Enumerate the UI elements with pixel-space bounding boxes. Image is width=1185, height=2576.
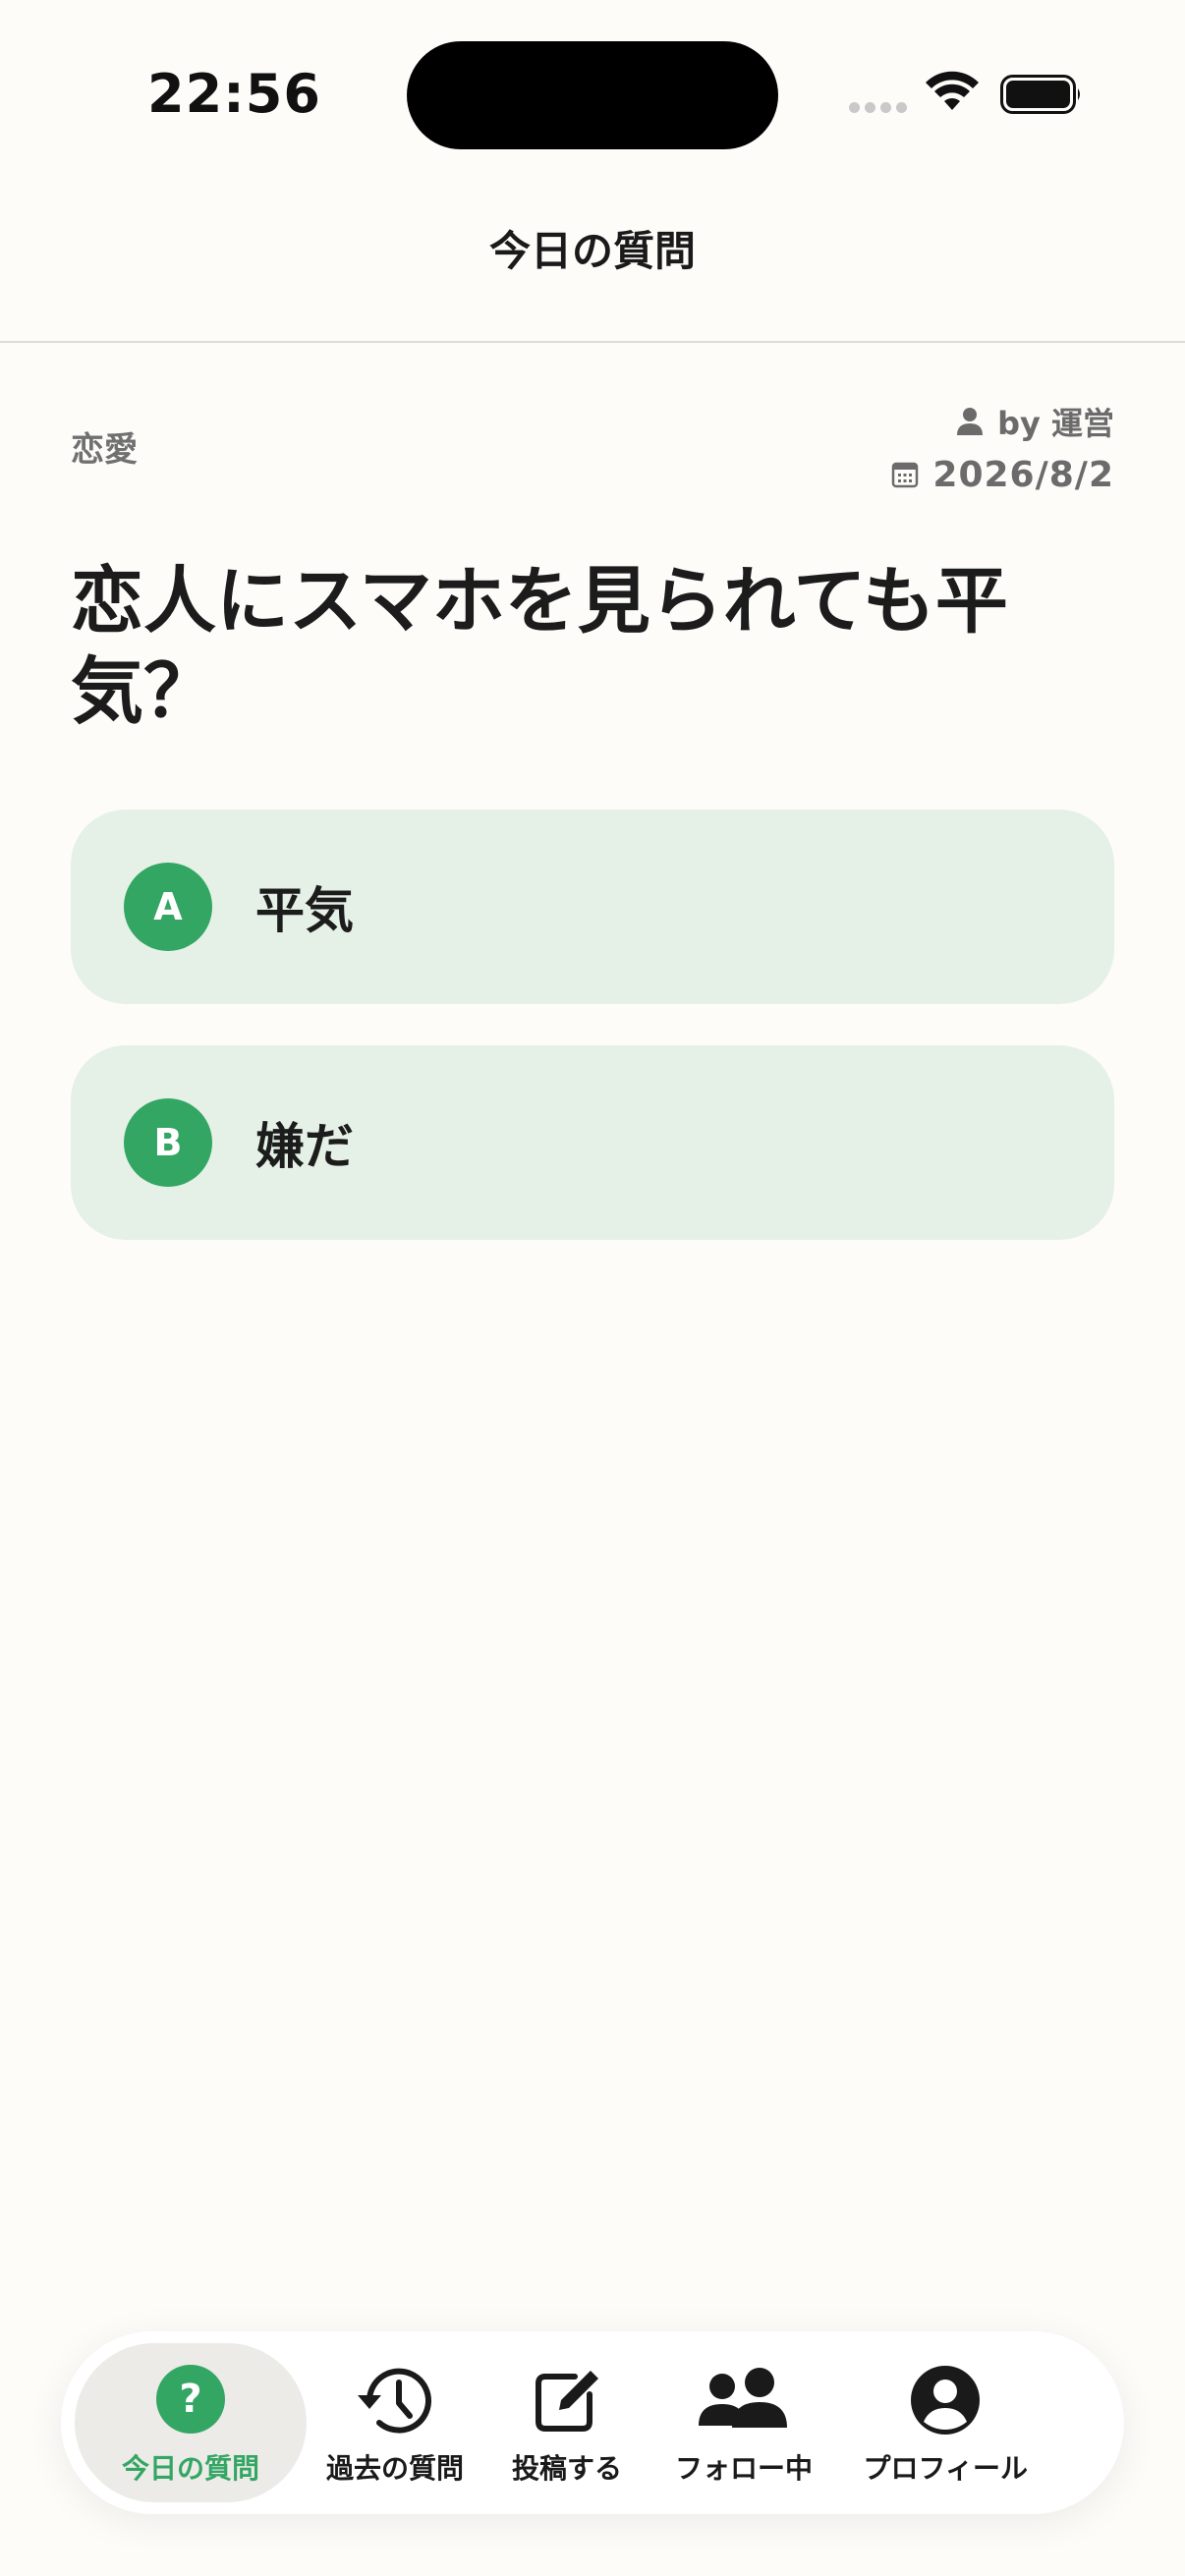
author-name: by 運営 xyxy=(997,405,1114,442)
battery-icon xyxy=(1000,75,1080,114)
status-time: 22:56 xyxy=(147,63,321,125)
tab-history[interactable]: 過去の質問 xyxy=(307,2331,483,2514)
wifi-icon xyxy=(926,71,979,110)
option-b-badge: B xyxy=(124,1098,212,1187)
calendar-icon xyxy=(892,462,919,488)
category-label: 恋愛 xyxy=(71,430,138,470)
question-circle-icon: ? xyxy=(156,2365,225,2434)
option-a-badge: A xyxy=(124,863,212,951)
option-b-label: 嫌だ xyxy=(255,1118,354,1175)
tab-profile-label: プロフィール xyxy=(863,2452,1028,2485)
history-icon xyxy=(358,2368,431,2434)
question-meta: by 運営 2026/8/2 xyxy=(891,399,1114,499)
compose-icon xyxy=(536,2371,598,2432)
tab-profile[interactable]: プロフィール xyxy=(837,2331,1053,2514)
profile-icon xyxy=(911,2366,980,2435)
tab-history-label: 過去の質問 xyxy=(326,2452,465,2485)
tab-today-label: 今日の質問 xyxy=(122,2452,260,2485)
tab-today[interactable]: ? 今日の質問 xyxy=(75,2331,307,2514)
option-b-button[interactable]: B 嫌だ xyxy=(71,1045,1114,1240)
page-title: 今日の質問 xyxy=(488,227,696,275)
svg-text:?: ? xyxy=(179,2377,201,2422)
tab-following[interactable]: フォロー中 xyxy=(650,2331,837,2514)
tab-following-label: フォロー中 xyxy=(675,2452,814,2485)
question-text: 恋人にスマホを見られても平気？ xyxy=(71,559,1008,734)
people-icon xyxy=(699,2368,787,2428)
header-divider xyxy=(0,341,1185,343)
date-row: 2026/8/2 xyxy=(891,450,1114,499)
tab-post[interactable]: 投稿する xyxy=(483,2331,650,2514)
dynamic-island xyxy=(407,41,778,149)
person-icon xyxy=(957,408,984,435)
cellular-signal-icon xyxy=(849,102,907,113)
tab-bar: ? 今日の質問 過去の質問 投稿する フォロー中 プロフィール xyxy=(61,2331,1124,2514)
option-a-button[interactable]: A 平気 xyxy=(71,810,1114,1004)
question-date: 2026/8/2 xyxy=(932,454,1114,495)
author-row: by 運営 xyxy=(891,399,1114,444)
tab-post-label: 投稿する xyxy=(512,2452,623,2485)
status-bar: 22:56 xyxy=(0,0,1185,177)
option-a-label: 平気 xyxy=(255,882,354,939)
